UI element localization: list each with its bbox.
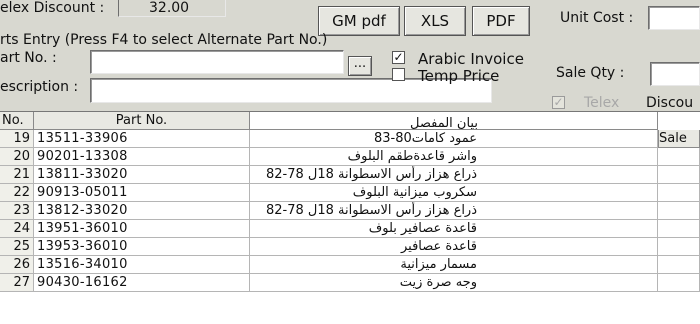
- column-header-description[interactable]: بيان المفصل: [250, 112, 658, 130]
- temp-price-checkbox[interactable]: [392, 68, 405, 81]
- xls-button[interactable]: XLS: [404, 6, 466, 36]
- column-header-no[interactable]: No.: [0, 112, 34, 130]
- arabic-invoice-checkbox[interactable]: ✓: [392, 51, 405, 64]
- part-no-cell[interactable]: 90201-13308: [34, 148, 250, 166]
- description-cell[interactable]: سكروب ميزانية البلوف: [250, 184, 658, 202]
- unit-cost-label: Unit Cost :: [560, 10, 634, 26]
- gm-pdf-button[interactable]: GM pdf: [318, 6, 400, 36]
- table-row[interactable]: 20 90201-13308 واشر قاعدةطقم البلوف: [0, 148, 700, 166]
- sale-cell[interactable]: [658, 166, 700, 184]
- sale-cell[interactable]: [658, 202, 700, 220]
- description-cell[interactable]: مسمار ميزانية: [250, 256, 658, 274]
- part-no-cell[interactable]: 13951-36010: [34, 220, 250, 238]
- row-number: 21: [0, 166, 34, 184]
- description-cell[interactable]: وجه صرة زيت: [250, 274, 658, 292]
- part-no-cell[interactable]: 13812-33020: [34, 202, 250, 220]
- row-number: 24: [0, 220, 34, 238]
- browse-part-button[interactable]: ...: [348, 56, 372, 76]
- parts-entry-group-title: rts Entry (Press F4 to select Alternate …: [0, 32, 328, 48]
- description-cell[interactable]: ذراع هزاز رأس الاسطوانة 18ل 78-82: [250, 166, 658, 184]
- part-no-input[interactable]: [90, 50, 344, 74]
- table-row[interactable]: 25 13953-36010 قاعدة عصافير: [0, 238, 700, 256]
- part-no-cell[interactable]: 13953-36010: [34, 238, 250, 256]
- row-number: 27: [0, 274, 34, 292]
- table-row[interactable]: 24 13951-36010 قاعدة عصافير بلوف: [0, 220, 700, 238]
- row-number: 20: [0, 148, 34, 166]
- sale-qty-label: Sale Qty :: [556, 65, 625, 81]
- row-number: 22: [0, 184, 34, 202]
- table-row[interactable]: 21 13811-33020 ذراع هزاز رأس الاسطوانة 18ل…: [0, 166, 700, 184]
- part-no-cell[interactable]: 13516-34010: [34, 256, 250, 274]
- telex-label: Telex: [584, 95, 620, 111]
- part-no-cell[interactable]: 90913-05011: [34, 184, 250, 202]
- row-number: 19: [0, 130, 34, 148]
- table-row[interactable]: 23 13812-33020 ذراع هزاز رأس الاسطوانة 18ل…: [0, 202, 700, 220]
- sale-cell[interactable]: [658, 184, 700, 202]
- part-no-cell[interactable]: 13811-33020: [34, 166, 250, 184]
- description-cell[interactable]: ذراع هزاز رأس الاسطوانة 18ل 78-82: [250, 202, 658, 220]
- sale-cell[interactable]: [658, 148, 700, 166]
- description-cell[interactable]: عمود كامات80-83: [250, 130, 658, 148]
- table-row[interactable]: 26 13516-34010 مسمار ميزانية: [0, 256, 700, 274]
- description-cell[interactable]: قاعدة عصافير بلوف: [250, 220, 658, 238]
- table-row[interactable]: 22 90913-05011 سكروب ميزانية البلوف: [0, 184, 700, 202]
- table-row[interactable]: 19 13511-33906 عمود كامات80-83: [0, 130, 700, 148]
- sale-cell[interactable]: [658, 274, 700, 292]
- unit-cost-field[interactable]: [648, 6, 700, 30]
- pdf-button[interactable]: PDF: [472, 6, 530, 36]
- discount-label: Discou: [646, 95, 694, 111]
- row-number: 25: [0, 238, 34, 256]
- description-cell[interactable]: قاعدة عصافير: [250, 238, 658, 256]
- row-number: 26: [0, 256, 34, 274]
- description-label: escription :: [0, 79, 79, 95]
- telex-discount-label: elex Discount :: [0, 0, 105, 16]
- sale-cell[interactable]: [658, 256, 700, 274]
- column-header-part-no[interactable]: Part No.: [34, 112, 250, 130]
- telex-discount-field[interactable]: 32.00: [118, 0, 226, 17]
- telex-checkbox[interactable]: ✓: [552, 96, 565, 109]
- sale-cell[interactable]: [658, 238, 700, 256]
- telex-discount-value: 32.00: [149, 0, 190, 16]
- part-no-cell[interactable]: 13511-33906: [34, 130, 250, 148]
- sale-cell[interactable]: [658, 220, 700, 238]
- parts-grid[interactable]: No. Part No. بيان المفصل Sale 19 13511-33…: [0, 111, 700, 324]
- part-no-label: art No. :: [0, 50, 57, 66]
- arabic-invoice-label: Arabic Invoice: [418, 50, 524, 68]
- part-no-cell[interactable]: 90430-16162: [34, 274, 250, 292]
- description-cell[interactable]: واشر قاعدةطقم البلوف: [250, 148, 658, 166]
- row-number: 23: [0, 202, 34, 220]
- temp-price-label: Temp Price: [418, 67, 500, 85]
- table-row[interactable]: 27 90430-16162 وجه صرة زيت: [0, 274, 700, 292]
- sale-qty-input[interactable]: [650, 62, 700, 86]
